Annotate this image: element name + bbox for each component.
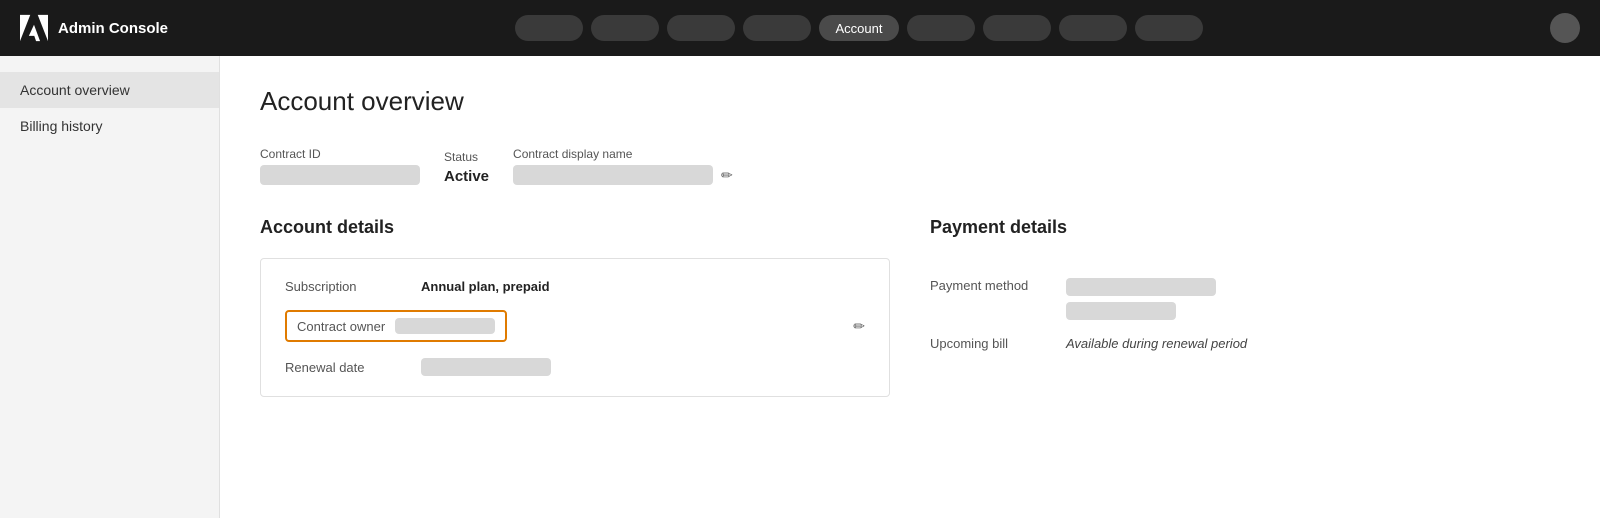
- display-name-value: [513, 165, 713, 185]
- status-value: Active: [444, 168, 489, 185]
- renewal-date-value: [421, 358, 551, 376]
- status-label: Status: [444, 150, 489, 164]
- sidebar-item-account-overview-label: Account overview: [20, 82, 130, 98]
- top-navigation: Admin Console Account: [0, 0, 1600, 56]
- display-name-group: Contract display name ✏: [513, 147, 733, 185]
- renewal-date-row: Renewal date: [285, 358, 865, 376]
- sidebar-item-billing-history-label: Billing history: [20, 118, 102, 134]
- status-group: Status Active: [444, 150, 489, 185]
- upcoming-bill-value: Available during renewal period: [1066, 336, 1247, 351]
- sidebar: Account overview Billing history: [0, 56, 220, 518]
- nav-pill-1[interactable]: [515, 15, 583, 41]
- display-name-label: Contract display name: [513, 147, 733, 161]
- sidebar-item-account-overview[interactable]: Account overview: [0, 72, 219, 108]
- payment-method-label: Payment method: [930, 278, 1050, 293]
- nav-pill-4[interactable]: [743, 15, 811, 41]
- main-content: Account overview Contract ID Status Acti…: [220, 56, 1600, 518]
- nav-right: [1550, 13, 1580, 43]
- nav-pill-6[interactable]: [907, 15, 975, 41]
- details-row: Account details Subscription Annual plan…: [260, 217, 1560, 397]
- contract-owner-edit-icon[interactable]: ✏: [853, 318, 865, 335]
- nav-pill-7[interactable]: [983, 15, 1051, 41]
- user-avatar[interactable]: [1550, 13, 1580, 43]
- sidebar-item-billing-history[interactable]: Billing history: [0, 108, 219, 144]
- contract-owner-value: [395, 318, 495, 334]
- upcoming-bill-label: Upcoming bill: [930, 336, 1050, 351]
- nav-pills-group: Account: [200, 15, 1518, 41]
- upcoming-bill-row: Upcoming bill Available during renewal p…: [930, 336, 1560, 351]
- subscription-row: Subscription Annual plan, prepaid: [285, 279, 865, 294]
- contract-owner-box: Contract owner: [285, 310, 507, 342]
- nav-pill-8[interactable]: [1059, 15, 1127, 41]
- payment-details-section: Payment details Payment method Upcoming …: [930, 217, 1560, 397]
- main-container: Account overview Billing history Account…: [0, 56, 1600, 518]
- nav-pill-9[interactable]: [1135, 15, 1203, 41]
- nav-pill-2[interactable]: [591, 15, 659, 41]
- payment-details-title: Payment details: [930, 217, 1560, 238]
- payment-method-bar1: [1066, 278, 1216, 296]
- page-title: Account overview: [260, 86, 1560, 117]
- account-details-section: Account details Subscription Annual plan…: [260, 217, 890, 397]
- contract-id-value: [260, 165, 420, 185]
- account-details-card: Subscription Annual plan, prepaid Contra…: [260, 258, 890, 397]
- logo[interactable]: Admin Console: [20, 14, 168, 42]
- contract-owner-label: Contract owner: [297, 319, 385, 334]
- nav-pill-account-label: Account: [824, 15, 895, 41]
- adobe-logo-icon: [20, 14, 48, 42]
- subscription-value: Annual plan, prepaid: [421, 279, 550, 294]
- account-details-title: Account details: [260, 217, 890, 238]
- display-name-row: ✏: [513, 165, 733, 185]
- nav-pill-account[interactable]: Account: [819, 15, 899, 41]
- payment-method-row: Payment method: [930, 278, 1560, 320]
- renewal-date-label: Renewal date: [285, 360, 405, 375]
- payment-method-bar2: [1066, 302, 1176, 320]
- contract-row: Contract ID Status Active Contract displ…: [260, 147, 1560, 185]
- subscription-label: Subscription: [285, 279, 405, 294]
- contract-owner-row: Contract owner ✏: [285, 310, 865, 342]
- contract-id-label: Contract ID: [260, 147, 420, 161]
- contract-id-group: Contract ID: [260, 147, 420, 185]
- nav-pill-3[interactable]: [667, 15, 735, 41]
- payment-method-values: [1066, 278, 1216, 320]
- contract-owner-left: Contract owner: [285, 310, 507, 342]
- display-name-edit-icon[interactable]: ✏: [721, 167, 733, 184]
- app-title: Admin Console: [58, 20, 168, 37]
- payment-row: Payment method Upcoming bill Available d…: [930, 258, 1560, 371]
